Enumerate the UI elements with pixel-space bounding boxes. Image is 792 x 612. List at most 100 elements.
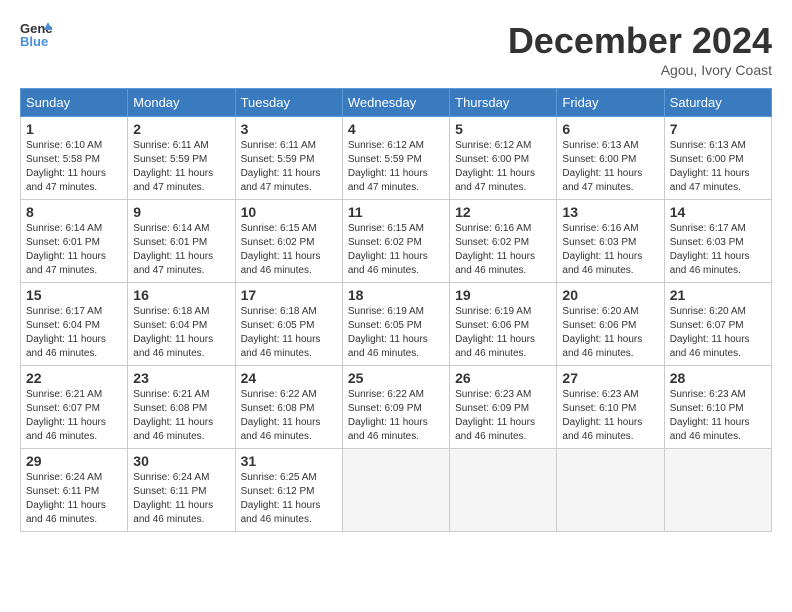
day-number: 8 bbox=[26, 204, 122, 220]
calendar-cell: 30 Sunrise: 6:24 AM Sunset: 6:11 PM Dayli… bbox=[128, 449, 235, 532]
calendar-cell: 29 Sunrise: 6:24 AM Sunset: 6:11 PM Dayli… bbox=[21, 449, 128, 532]
day-info: Sunrise: 6:19 AM Sunset: 6:05 PM Dayligh… bbox=[348, 305, 444, 361]
calendar-cell: 10 Sunrise: 6:15 AM Sunset: 6:02 PM Dayli… bbox=[235, 200, 342, 283]
calendar-week-row: 8 Sunrise: 6:14 AM Sunset: 6:01 PM Daylig… bbox=[21, 200, 772, 283]
day-number: 30 bbox=[133, 453, 229, 469]
day-number: 23 bbox=[133, 370, 229, 386]
calendar-week-row: 29 Sunrise: 6:24 AM Sunset: 6:11 PM Dayli… bbox=[21, 449, 772, 532]
calendar-cell bbox=[664, 449, 771, 532]
page-header: General Blue December 2024 Agou, Ivory C… bbox=[20, 20, 772, 78]
calendar-cell: 5Sunrise: 6:12 AM Sunset: 6:00 PM Daylig… bbox=[450, 117, 557, 200]
calendar-cell: 25 Sunrise: 6:22 AM Sunset: 6:09 PM Dayli… bbox=[342, 366, 449, 449]
day-number: 17 bbox=[241, 287, 337, 303]
logo: General Blue bbox=[20, 20, 52, 48]
day-number: 15 bbox=[26, 287, 122, 303]
day-info: Sunrise: 6:12 AM Sunset: 5:59 PM Dayligh… bbox=[348, 139, 444, 195]
calendar-cell bbox=[342, 449, 449, 532]
weekday-header-wednesday: Wednesday bbox=[342, 89, 449, 117]
svg-text:Blue: Blue bbox=[20, 34, 48, 48]
calendar-cell: 3Sunrise: 6:11 AM Sunset: 5:59 PM Daylig… bbox=[235, 117, 342, 200]
day-number: 11 bbox=[348, 204, 444, 220]
calendar-cell: 13 Sunrise: 6:16 AM Sunset: 6:03 PM Dayli… bbox=[557, 200, 664, 283]
day-number: 6 bbox=[562, 121, 658, 137]
day-info: Sunrise: 6:21 AM Sunset: 6:08 PM Dayligh… bbox=[133, 388, 229, 444]
day-number: 31 bbox=[241, 453, 337, 469]
day-number: 1 bbox=[26, 121, 122, 137]
day-info: Sunrise: 6:20 AM Sunset: 6:06 PM Dayligh… bbox=[562, 305, 658, 361]
calendar-cell: 22 Sunrise: 6:21 AM Sunset: 6:07 PM Dayli… bbox=[21, 366, 128, 449]
day-number: 24 bbox=[241, 370, 337, 386]
calendar-week-row: 22 Sunrise: 6:21 AM Sunset: 6:07 PM Dayli… bbox=[21, 366, 772, 449]
calendar-week-row: 1 Sunrise: 6:10 AM Sunset: 5:58 PM Daylig… bbox=[21, 117, 772, 200]
day-number: 25 bbox=[348, 370, 444, 386]
calendar-cell: 18Sunrise: 6:19 AM Sunset: 6:05 PM Dayli… bbox=[342, 283, 449, 366]
day-info: Sunrise: 6:14 AM Sunset: 6:01 PM Dayligh… bbox=[26, 222, 122, 278]
day-info: Sunrise: 6:22 AM Sunset: 6:09 PM Dayligh… bbox=[348, 388, 444, 444]
day-info: Sunrise: 6:23 AM Sunset: 6:10 PM Dayligh… bbox=[562, 388, 658, 444]
day-number: 10 bbox=[241, 204, 337, 220]
calendar-cell: 12 Sunrise: 6:16 AM Sunset: 6:02 PM Dayli… bbox=[450, 200, 557, 283]
day-info: Sunrise: 6:20 AM Sunset: 6:07 PM Dayligh… bbox=[670, 305, 766, 361]
logo-icon: General Blue bbox=[20, 20, 52, 48]
day-info: Sunrise: 6:12 AM Sunset: 6:00 PM Dayligh… bbox=[455, 139, 551, 195]
day-info: Sunrise: 6:15 AM Sunset: 6:02 PM Dayligh… bbox=[241, 222, 337, 278]
calendar-cell bbox=[450, 449, 557, 532]
calendar-cell: 21 Sunrise: 6:20 AM Sunset: 6:07 PM Dayli… bbox=[664, 283, 771, 366]
weekday-header-monday: Monday bbox=[128, 89, 235, 117]
calendar-cell: 26 Sunrise: 6:23 AM Sunset: 6:09 PM Dayli… bbox=[450, 366, 557, 449]
day-number: 20 bbox=[562, 287, 658, 303]
calendar-cell: 15 Sunrise: 6:17 AM Sunset: 6:04 PM Dayli… bbox=[21, 283, 128, 366]
day-info: Sunrise: 6:16 AM Sunset: 6:02 PM Dayligh… bbox=[455, 222, 551, 278]
day-info: Sunrise: 6:16 AM Sunset: 6:03 PM Dayligh… bbox=[562, 222, 658, 278]
day-info: Sunrise: 6:13 AM Sunset: 6:00 PM Dayligh… bbox=[670, 139, 766, 195]
day-number: 22 bbox=[26, 370, 122, 386]
day-info: Sunrise: 6:15 AM Sunset: 6:02 PM Dayligh… bbox=[348, 222, 444, 278]
day-number: 9 bbox=[133, 204, 229, 220]
calendar-cell: 1 Sunrise: 6:10 AM Sunset: 5:58 PM Daylig… bbox=[21, 117, 128, 200]
weekday-header-saturday: Saturday bbox=[664, 89, 771, 117]
day-number: 4 bbox=[348, 121, 444, 137]
calendar-cell: 17 Sunrise: 6:18 AM Sunset: 6:05 PM Dayli… bbox=[235, 283, 342, 366]
calendar-table: SundayMondayTuesdayWednesdayThursdayFrid… bbox=[20, 88, 772, 532]
day-number: 29 bbox=[26, 453, 122, 469]
day-number: 19 bbox=[455, 287, 551, 303]
calendar-cell: 8 Sunrise: 6:14 AM Sunset: 6:01 PM Daylig… bbox=[21, 200, 128, 283]
day-info: Sunrise: 6:11 AM Sunset: 5:59 PM Dayligh… bbox=[241, 139, 337, 195]
calendar-cell: 6Sunrise: 6:13 AM Sunset: 6:00 PM Daylig… bbox=[557, 117, 664, 200]
day-info: Sunrise: 6:24 AM Sunset: 6:11 PM Dayligh… bbox=[26, 471, 122, 527]
calendar-week-row: 15 Sunrise: 6:17 AM Sunset: 6:04 PM Dayli… bbox=[21, 283, 772, 366]
calendar-cell bbox=[557, 449, 664, 532]
day-number: 28 bbox=[670, 370, 766, 386]
day-number: 2 bbox=[133, 121, 229, 137]
calendar-cell: 31 Sunrise: 6:25 AM Sunset: 6:12 PM Dayli… bbox=[235, 449, 342, 532]
calendar-cell: 9 Sunrise: 6:14 AM Sunset: 6:01 PM Daylig… bbox=[128, 200, 235, 283]
day-info: Sunrise: 6:10 AM Sunset: 5:58 PM Dayligh… bbox=[26, 139, 122, 195]
calendar-cell: 23 Sunrise: 6:21 AM Sunset: 6:08 PM Dayli… bbox=[128, 366, 235, 449]
weekday-header-friday: Friday bbox=[557, 89, 664, 117]
day-info: Sunrise: 6:18 AM Sunset: 6:05 PM Dayligh… bbox=[241, 305, 337, 361]
day-number: 16 bbox=[133, 287, 229, 303]
day-info: Sunrise: 6:17 AM Sunset: 6:03 PM Dayligh… bbox=[670, 222, 766, 278]
month-title: December 2024 bbox=[508, 20, 772, 62]
calendar-cell: 28Sunrise: 6:23 AM Sunset: 6:10 PM Dayli… bbox=[664, 366, 771, 449]
day-info: Sunrise: 6:14 AM Sunset: 6:01 PM Dayligh… bbox=[133, 222, 229, 278]
day-number: 26 bbox=[455, 370, 551, 386]
weekday-header-row: SundayMondayTuesdayWednesdayThursdayFrid… bbox=[21, 89, 772, 117]
day-number: 21 bbox=[670, 287, 766, 303]
day-info: Sunrise: 6:23 AM Sunset: 6:09 PM Dayligh… bbox=[455, 388, 551, 444]
day-number: 13 bbox=[562, 204, 658, 220]
day-info: Sunrise: 6:17 AM Sunset: 6:04 PM Dayligh… bbox=[26, 305, 122, 361]
day-info: Sunrise: 6:19 AM Sunset: 6:06 PM Dayligh… bbox=[455, 305, 551, 361]
calendar-cell: 19 Sunrise: 6:19 AM Sunset: 6:06 PM Dayli… bbox=[450, 283, 557, 366]
day-info: Sunrise: 6:24 AM Sunset: 6:11 PM Dayligh… bbox=[133, 471, 229, 527]
day-info: Sunrise: 6:21 AM Sunset: 6:07 PM Dayligh… bbox=[26, 388, 122, 444]
calendar-cell: 4 Sunrise: 6:12 AM Sunset: 5:59 PM Daylig… bbox=[342, 117, 449, 200]
day-info: Sunrise: 6:25 AM Sunset: 6:12 PM Dayligh… bbox=[241, 471, 337, 527]
weekday-header-thursday: Thursday bbox=[450, 89, 557, 117]
day-info: Sunrise: 6:11 AM Sunset: 5:59 PM Dayligh… bbox=[133, 139, 229, 195]
day-number: 7 bbox=[670, 121, 766, 137]
calendar-cell: 14Sunrise: 6:17 AM Sunset: 6:03 PM Dayli… bbox=[664, 200, 771, 283]
day-info: Sunrise: 6:18 AM Sunset: 6:04 PM Dayligh… bbox=[133, 305, 229, 361]
calendar-cell: 2 Sunrise: 6:11 AM Sunset: 5:59 PM Daylig… bbox=[128, 117, 235, 200]
day-number: 12 bbox=[455, 204, 551, 220]
